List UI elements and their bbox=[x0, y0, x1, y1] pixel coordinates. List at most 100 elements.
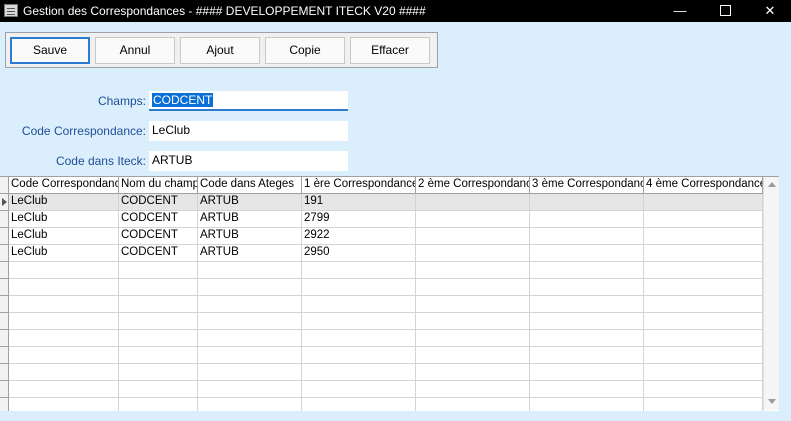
empty-cell[interactable] bbox=[198, 381, 302, 398]
empty-cell[interactable] bbox=[119, 381, 198, 398]
empty-cell[interactable] bbox=[530, 364, 644, 381]
empty-cell[interactable] bbox=[198, 398, 302, 411]
empty-cell[interactable] bbox=[9, 296, 119, 313]
empty-cell[interactable] bbox=[9, 347, 119, 364]
table-cell[interactable]: 2950 bbox=[302, 245, 416, 262]
empty-cell[interactable] bbox=[9, 330, 119, 347]
column-header[interactable]: 4 ème Correspondance bbox=[644, 177, 763, 194]
table-cell[interactable]: LeClub bbox=[9, 194, 119, 211]
empty-cell[interactable] bbox=[198, 262, 302, 279]
column-header[interactable]: 1 ère Correspondance bbox=[302, 177, 416, 194]
empty-cell[interactable] bbox=[119, 330, 198, 347]
table-cell[interactable]: ARTUB bbox=[198, 194, 302, 211]
row-header[interactable] bbox=[0, 194, 9, 211]
table-cell[interactable]: 2799 bbox=[302, 211, 416, 228]
table-cell[interactable]: ARTUB bbox=[198, 245, 302, 262]
table-cell[interactable]: 2922 bbox=[302, 228, 416, 245]
row-header[interactable] bbox=[0, 398, 9, 411]
row-header[interactable] bbox=[0, 296, 9, 313]
empty-cell[interactable] bbox=[530, 398, 644, 411]
table-cell[interactable] bbox=[644, 211, 763, 228]
empty-cell[interactable] bbox=[302, 296, 416, 313]
minimize-button[interactable]: — bbox=[657, 0, 703, 22]
table-cell[interactable]: CODCENT bbox=[119, 194, 198, 211]
empty-cell[interactable] bbox=[302, 262, 416, 279]
table-cell[interactable] bbox=[530, 211, 644, 228]
empty-cell[interactable] bbox=[302, 381, 416, 398]
empty-cell[interactable] bbox=[9, 364, 119, 381]
table-cell[interactable]: CODCENT bbox=[119, 228, 198, 245]
table-cell[interactable]: LeClub bbox=[9, 245, 119, 262]
empty-cell[interactable] bbox=[9, 313, 119, 330]
table-cell[interactable] bbox=[530, 228, 644, 245]
empty-cell[interactable] bbox=[198, 296, 302, 313]
table-cell[interactable] bbox=[416, 245, 530, 262]
empty-cell[interactable] bbox=[119, 296, 198, 313]
empty-cell[interactable] bbox=[416, 364, 530, 381]
correspondance-grid[interactable]: Code Correspondance Nom du champs Code dan… bbox=[0, 176, 779, 411]
table-cell[interactable] bbox=[416, 194, 530, 211]
empty-cell[interactable] bbox=[530, 296, 644, 313]
empty-cell[interactable] bbox=[416, 279, 530, 296]
sauve-button[interactable]: Sauve bbox=[10, 37, 90, 64]
table-cell[interactable]: 191 bbox=[302, 194, 416, 211]
empty-cell[interactable] bbox=[530, 347, 644, 364]
copie-button[interactable]: Copie bbox=[265, 37, 345, 64]
empty-cell[interactable] bbox=[530, 262, 644, 279]
empty-cell[interactable] bbox=[302, 313, 416, 330]
row-header[interactable] bbox=[0, 279, 9, 296]
effacer-button[interactable]: Effacer bbox=[350, 37, 430, 64]
empty-cell[interactable] bbox=[530, 313, 644, 330]
column-header[interactable]: 2 ème Correspondance bbox=[416, 177, 530, 194]
empty-cell[interactable] bbox=[119, 262, 198, 279]
empty-cell[interactable] bbox=[530, 330, 644, 347]
row-header[interactable] bbox=[0, 228, 9, 245]
table-cell[interactable]: ARTUB bbox=[198, 228, 302, 245]
empty-cell[interactable] bbox=[119, 347, 198, 364]
row-header[interactable] bbox=[0, 347, 9, 364]
empty-cell[interactable] bbox=[644, 296, 763, 313]
table-cell[interactable]: ARTUB bbox=[198, 211, 302, 228]
empty-cell[interactable] bbox=[416, 313, 530, 330]
column-header[interactable]: 3 ème Correspondance bbox=[530, 177, 644, 194]
empty-cell[interactable] bbox=[416, 262, 530, 279]
row-header[interactable] bbox=[0, 245, 9, 262]
empty-cell[interactable] bbox=[198, 279, 302, 296]
scroll-up-icon[interactable] bbox=[768, 182, 776, 187]
empty-cell[interactable] bbox=[530, 381, 644, 398]
empty-cell[interactable] bbox=[119, 279, 198, 296]
empty-cell[interactable] bbox=[644, 364, 763, 381]
empty-cell[interactable] bbox=[198, 313, 302, 330]
empty-cell[interactable] bbox=[119, 398, 198, 411]
empty-cell[interactable] bbox=[198, 347, 302, 364]
empty-cell[interactable] bbox=[644, 398, 763, 411]
champs-field[interactable]: CODCENT bbox=[149, 91, 348, 111]
close-button[interactable]: ✕ bbox=[747, 0, 791, 22]
table-cell[interactable] bbox=[416, 228, 530, 245]
empty-cell[interactable] bbox=[644, 313, 763, 330]
empty-cell[interactable] bbox=[9, 262, 119, 279]
maximize-button[interactable] bbox=[702, 0, 748, 22]
empty-cell[interactable] bbox=[119, 313, 198, 330]
empty-cell[interactable] bbox=[644, 347, 763, 364]
row-header[interactable] bbox=[0, 313, 9, 330]
table-cell[interactable] bbox=[644, 245, 763, 262]
empty-cell[interactable] bbox=[9, 381, 119, 398]
empty-cell[interactable] bbox=[302, 398, 416, 411]
empty-cell[interactable] bbox=[530, 279, 644, 296]
row-header[interactable] bbox=[0, 330, 9, 347]
row-header[interactable] bbox=[0, 262, 9, 279]
table-cell[interactable]: CODCENT bbox=[119, 245, 198, 262]
empty-cell[interactable] bbox=[119, 364, 198, 381]
empty-cell[interactable] bbox=[416, 381, 530, 398]
table-cell[interactable] bbox=[644, 228, 763, 245]
scroll-down-icon[interactable] bbox=[768, 399, 776, 404]
column-header[interactable]: Code dans Ateges bbox=[198, 177, 302, 194]
empty-cell[interactable] bbox=[302, 330, 416, 347]
empty-cell[interactable] bbox=[416, 330, 530, 347]
empty-cell[interactable] bbox=[302, 347, 416, 364]
empty-cell[interactable] bbox=[644, 381, 763, 398]
empty-cell[interactable] bbox=[644, 279, 763, 296]
empty-cell[interactable] bbox=[644, 262, 763, 279]
empty-cell[interactable] bbox=[198, 330, 302, 347]
